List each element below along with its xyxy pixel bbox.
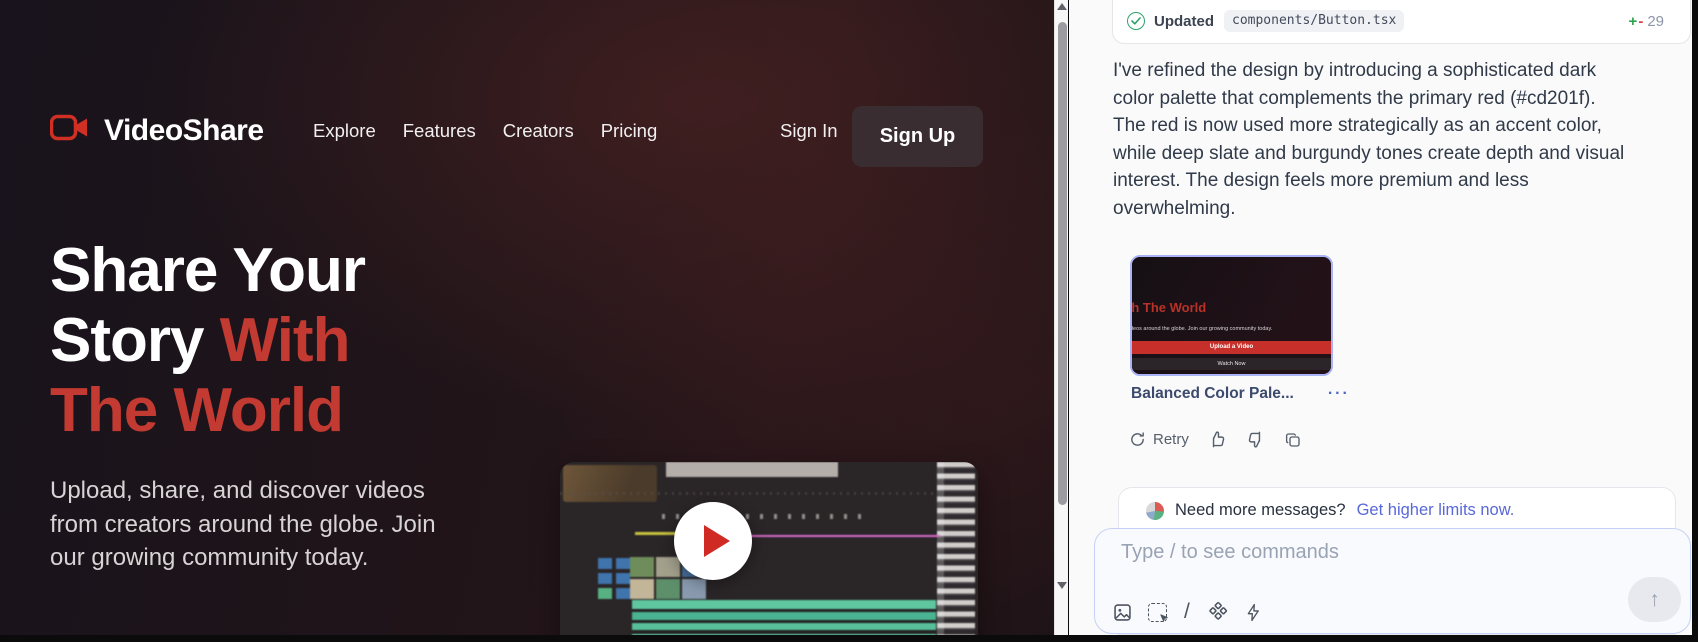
thumbnail-secondary-button: Watch Now xyxy=(1132,358,1331,370)
site-nav: Explore Features Creators Pricing xyxy=(313,120,657,142)
send-button[interactable]: ↑ xyxy=(1628,577,1681,622)
thumbs-down-button[interactable] xyxy=(1246,430,1265,449)
window-right-edge xyxy=(1692,0,1698,642)
site-logo[interactable]: VideoShare xyxy=(50,113,264,148)
check-circle-icon xyxy=(1127,12,1145,30)
lightning-icon xyxy=(1244,602,1263,623)
editor-screenshot xyxy=(560,462,978,635)
blocks-button[interactable] xyxy=(1207,601,1229,623)
quick-actions-button[interactable] xyxy=(1244,602,1263,623)
thumbs-up-icon xyxy=(1208,430,1227,449)
nav-features[interactable]: Features xyxy=(403,120,476,142)
attach-image-button[interactable] xyxy=(1112,602,1133,623)
scrollbar-up-arrow[interactable] xyxy=(1057,3,1067,10)
chat-panel: Updated components/Button.tsx +-29 I've … xyxy=(1069,0,1692,635)
site-preview-panel: VideoShare Explore Features Creators Pri… xyxy=(0,0,1054,635)
retry-icon xyxy=(1129,431,1146,448)
video-editor-preview-image xyxy=(560,462,978,635)
copy-button[interactable] xyxy=(1284,431,1302,449)
chat-input[interactable] xyxy=(1121,541,1551,564)
thumbs-down-icon xyxy=(1246,430,1265,449)
usage-pie-icon xyxy=(1146,502,1164,520)
brand-name: VideoShare xyxy=(104,114,264,148)
thumbnail-primary-button: Upload a Video xyxy=(1132,341,1331,354)
version-row: Balanced Color Pale... ··· xyxy=(1131,385,1350,403)
updated-file-card[interactable]: Updated components/Button.tsx +-29 xyxy=(1112,0,1691,44)
play-icon xyxy=(704,525,730,557)
nav-creators[interactable]: Creators xyxy=(503,120,574,142)
nav-pricing[interactable]: Pricing xyxy=(601,120,658,142)
window-bottom-edge xyxy=(0,635,1698,642)
message-actions: Retry xyxy=(1129,430,1302,449)
version-title: Balanced Color Pale... xyxy=(1131,385,1294,403)
banner-text: Need more messages? xyxy=(1175,501,1346,520)
hero-subtitle: Upload, share, and discover videos from … xyxy=(50,474,464,575)
sign-in-link[interactable]: Sign In xyxy=(780,120,838,142)
hero-heading: Share Your Story With The World xyxy=(50,236,365,446)
nav-explore[interactable]: Explore xyxy=(313,120,376,142)
thumbnail-screenshot: th The World videos around the globe. Jo… xyxy=(1132,257,1331,374)
sign-up-button[interactable]: Sign Up xyxy=(852,106,983,167)
scrollbar-thumb[interactable] xyxy=(1058,22,1067,505)
diamonds-icon xyxy=(1207,601,1229,623)
select-element-button[interactable] xyxy=(1148,603,1167,622)
composer: / ↑ xyxy=(1094,528,1691,634)
file-chip: components/Button.tsx xyxy=(1224,10,1404,32)
image-icon xyxy=(1112,602,1133,623)
send-arrow-icon: ↑ xyxy=(1649,588,1660,612)
retry-button[interactable]: Retry xyxy=(1129,431,1189,448)
video-camera-icon xyxy=(50,113,90,148)
status-label: Updated xyxy=(1154,13,1214,30)
diff-stats: +-29 xyxy=(1629,13,1664,30)
composer-toolbar: / xyxy=(1112,600,1263,624)
select-element-icon xyxy=(1148,603,1167,622)
slash-command-button[interactable]: / xyxy=(1182,600,1192,624)
get-higher-limits-link[interactable]: Get higher limits now. xyxy=(1357,501,1515,520)
play-button[interactable] xyxy=(674,502,752,580)
version-menu-button[interactable]: ··· xyxy=(1328,389,1350,399)
copy-icon xyxy=(1284,431,1302,449)
vertical-scrollbar[interactable] xyxy=(1054,0,1068,635)
version-preview-thumbnail[interactable]: th The World videos around the globe. Jo… xyxy=(1130,255,1333,376)
assistant-message: I've refined the design by introducing a… xyxy=(1113,57,1698,222)
thumbs-up-button[interactable] xyxy=(1208,430,1227,449)
scrollbar-down-arrow[interactable] xyxy=(1057,582,1067,589)
